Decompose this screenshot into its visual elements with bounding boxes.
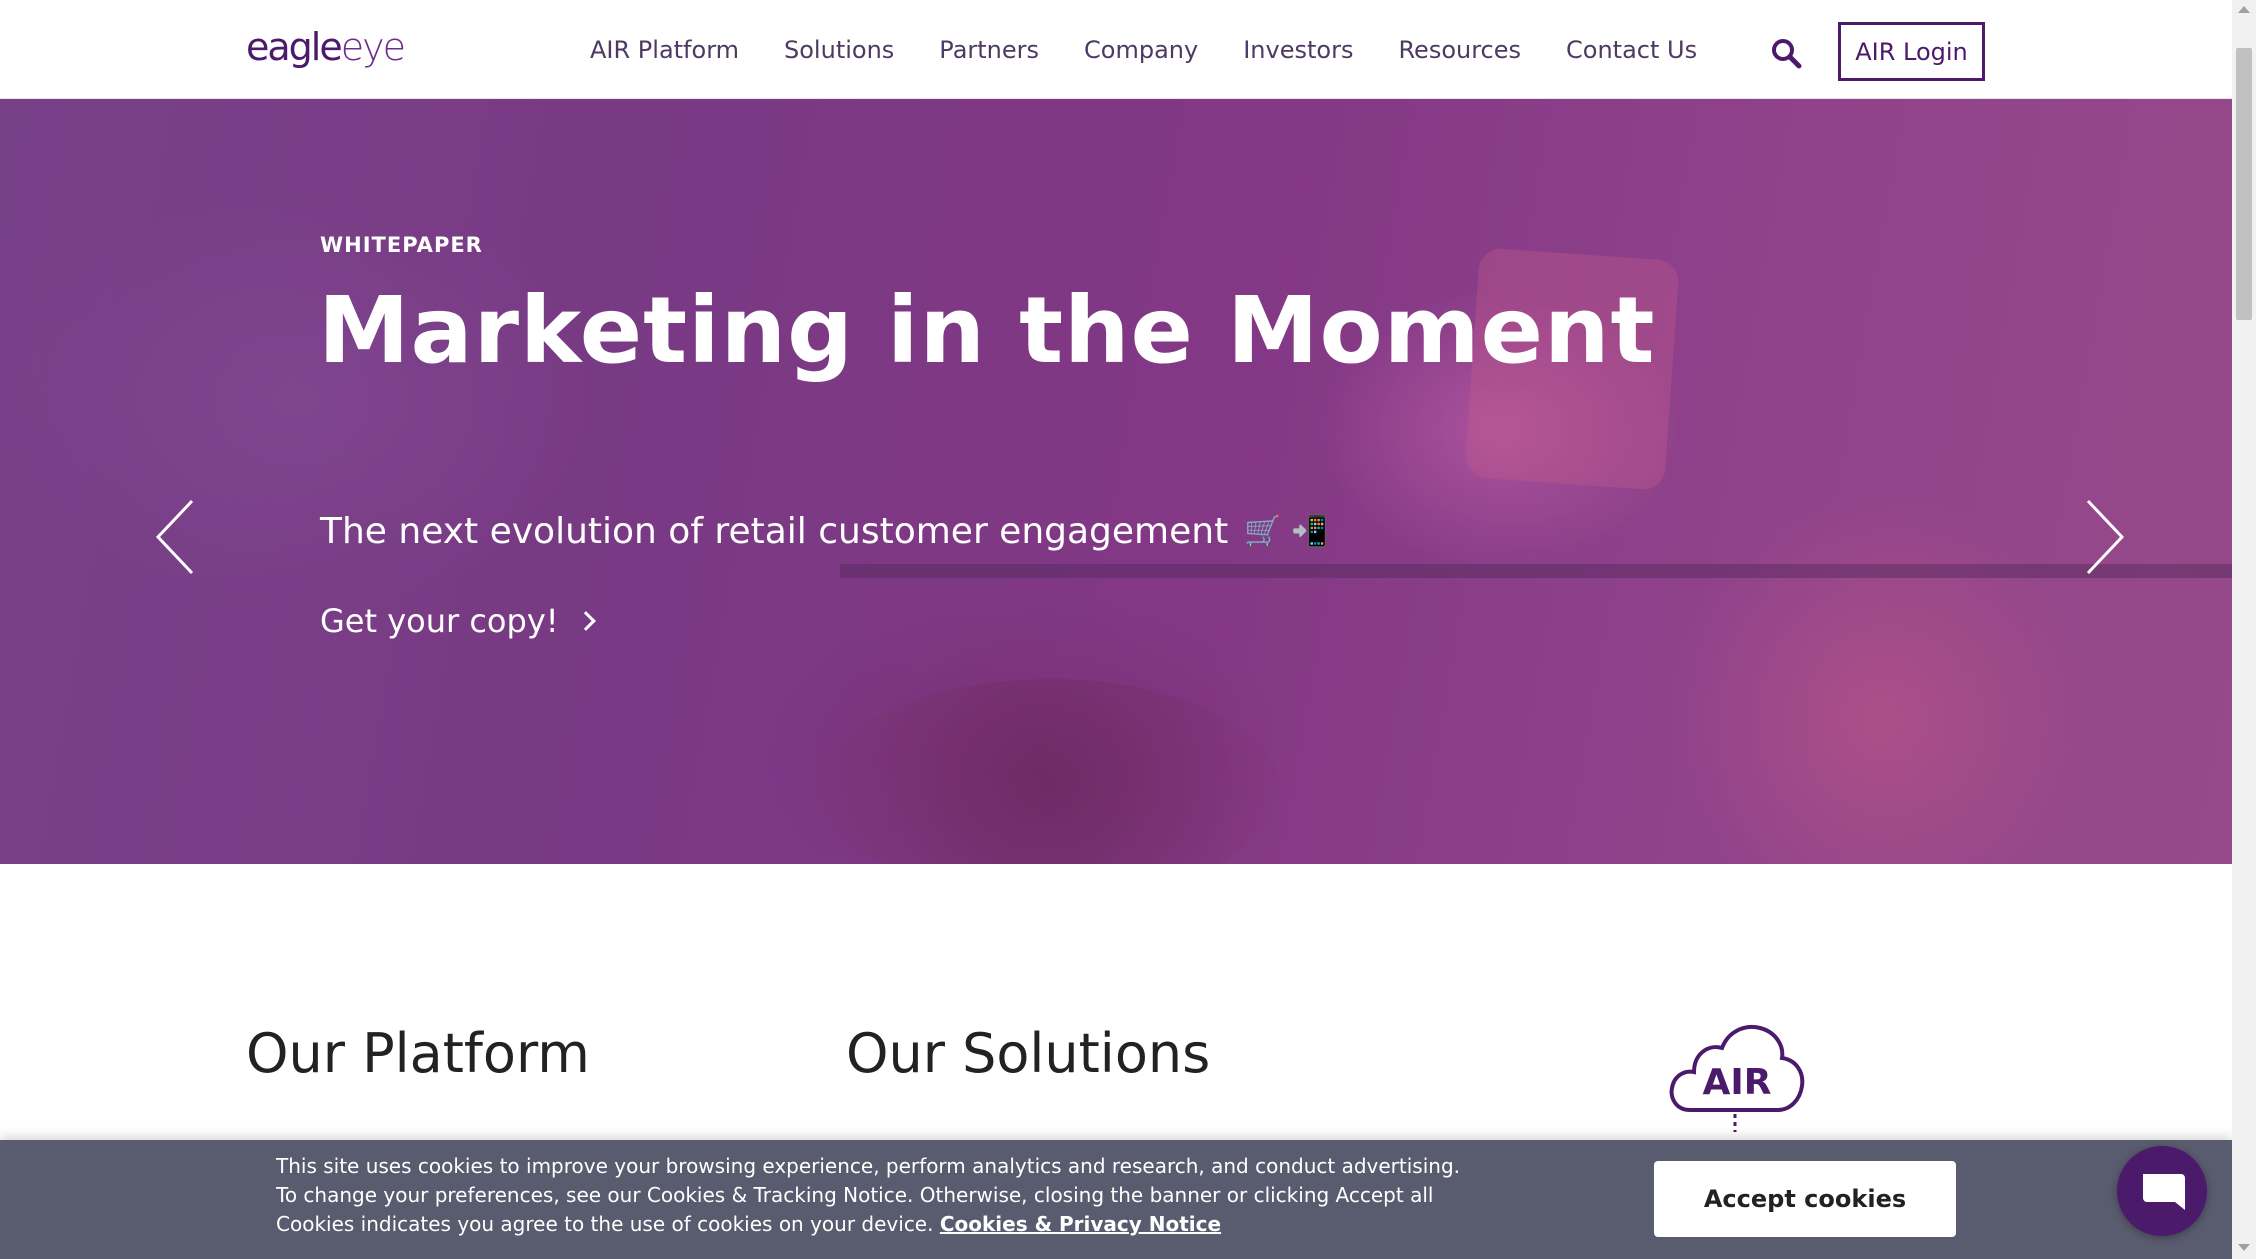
- main-nav: AIR Platform Solutions Partners Company …: [590, 0, 1742, 99]
- get-your-copy-link[interactable]: Get your copy!: [320, 602, 596, 640]
- hero-subtitle: The next evolution of retail customer en…: [320, 511, 1328, 552]
- air-login-button[interactable]: AIR Login: [1838, 22, 1985, 81]
- hero-carousel: WHITEPAPER Marketing in the Moment The n…: [0, 99, 2232, 864]
- accept-cookies-button[interactable]: Accept cookies: [1654, 1161, 1956, 1237]
- air-logo-text: AIR: [1703, 1062, 1772, 1103]
- scroll-down-arrow-icon[interactable]: [2238, 1244, 2250, 1251]
- site-header: eagle eye AIR Platform Solutions Partners…: [0, 0, 2232, 99]
- search-icon[interactable]: [1770, 37, 1802, 69]
- nav-air-platform[interactable]: AIR Platform: [590, 36, 739, 64]
- our-platform-heading: Our Platform: [246, 1022, 590, 1085]
- our-solutions-heading: Our Solutions: [846, 1022, 1211, 1085]
- cookie-text: This site uses cookies to improve your b…: [276, 1152, 1476, 1239]
- hero-subtitle-text: The next evolution of retail customer en…: [320, 511, 1229, 552]
- nav-partners[interactable]: Partners: [939, 36, 1039, 64]
- hero-overlay: [0, 99, 2232, 864]
- carousel-next-arrow-icon[interactable]: [2080, 497, 2128, 577]
- chat-bubble-icon[interactable]: [2117, 1146, 2207, 1236]
- hero-title: Marketing in the Moment: [318, 277, 1656, 384]
- air-cloud-icon: AIR: [1668, 1012, 1808, 1132]
- cta-label: Get your copy!: [320, 602, 559, 640]
- cart-phone-emoji-icon: 🛒 📲: [1244, 514, 1329, 549]
- cookie-message: This site uses cookies to improve your b…: [276, 1154, 1460, 1236]
- chevron-right-icon: [575, 611, 596, 631]
- nav-solutions[interactable]: Solutions: [784, 36, 894, 64]
- logo-part-eye: eye: [340, 25, 406, 69]
- eagle-eye-logo[interactable]: eagle eye: [246, 20, 406, 74]
- logo-part-eagle: eagle: [246, 25, 343, 69]
- nav-investors[interactable]: Investors: [1243, 36, 1353, 64]
- nav-resources[interactable]: Resources: [1398, 36, 1521, 64]
- scroll-up-arrow-icon[interactable]: [2238, 6, 2250, 13]
- cookie-banner: This site uses cookies to improve your b…: [0, 1140, 2232, 1259]
- carousel-prev-arrow-icon[interactable]: [152, 497, 200, 577]
- cookies-privacy-notice-link[interactable]: Cookies & Privacy Notice: [940, 1212, 1221, 1236]
- nav-company[interactable]: Company: [1084, 36, 1198, 64]
- nav-contact-us[interactable]: Contact Us: [1566, 36, 1697, 64]
- scrollbar-thumb[interactable]: [2236, 48, 2252, 320]
- hero-eyebrow: WHITEPAPER: [320, 233, 483, 257]
